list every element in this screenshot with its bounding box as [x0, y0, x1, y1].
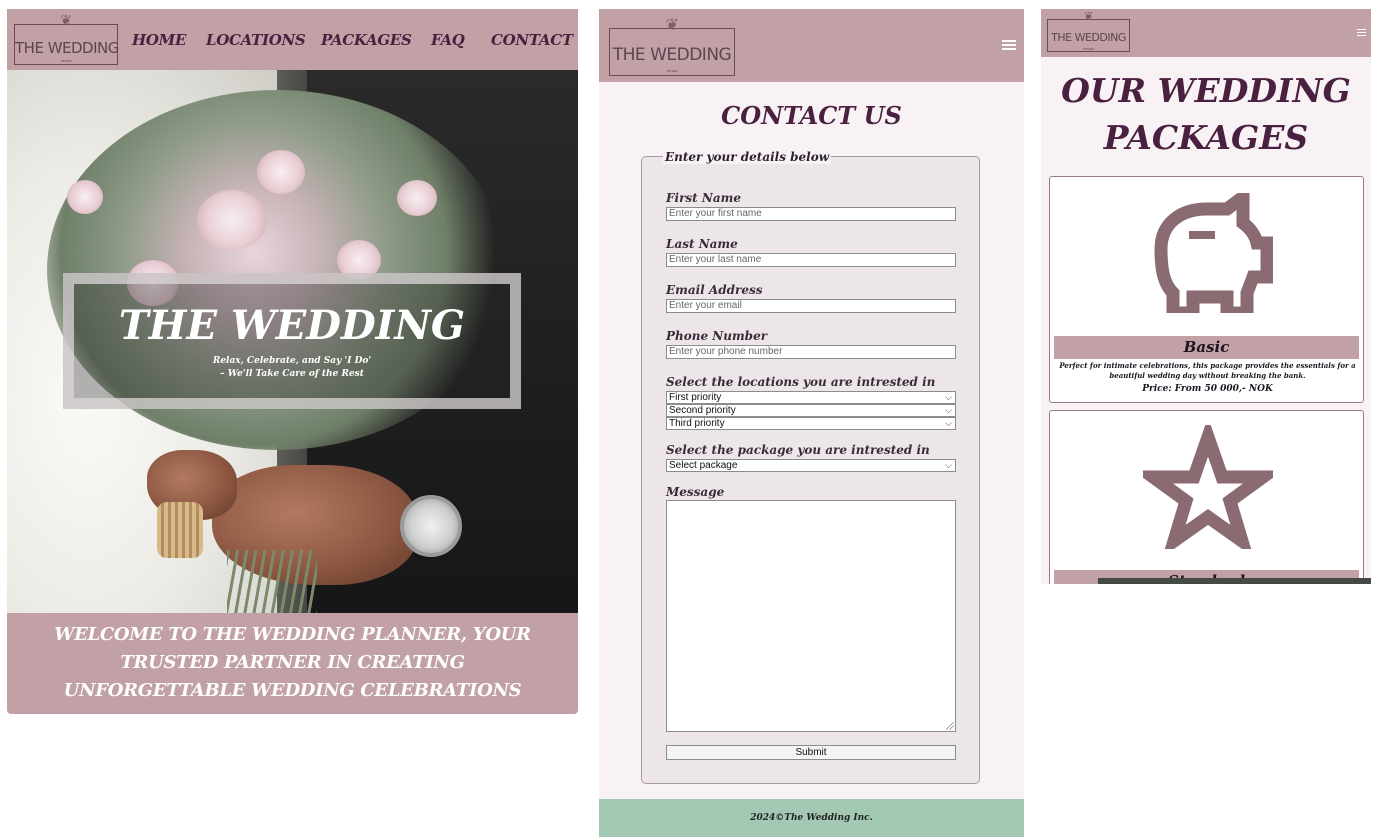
home-header: ❦ THE WEDDING EST. 2024 HOME LOCATIONS P…: [7, 9, 578, 70]
bouquet-stems: [227, 550, 317, 613]
packages-header: ❦ THE WEDDING EST. 2024: [1041, 9, 1371, 57]
chevron-down-icon: ⌵: [945, 405, 952, 415]
packages-page-screenshot: ❦ THE WEDDING EST. 2024 OUR WEDDING PACK…: [1041, 9, 1371, 584]
locations-label: Select the locations you are intrested i…: [666, 375, 936, 389]
horizontal-scrollbar[interactable]: [1098, 578, 1371, 584]
welcome-line-1: WELCOME TO THE WEDDING PLANNER, YOUR: [54, 624, 531, 645]
footer-copyright: 2024©The Wedding Inc.: [599, 799, 1024, 837]
package-select[interactable]: Select package ⌵: [666, 459, 956, 472]
first-name-input[interactable]: Enter your first name: [666, 207, 956, 221]
hamburger-menu-icon[interactable]: [1002, 40, 1016, 52]
package-select-value: Select package: [669, 460, 738, 471]
logo-est: EST. 2024: [60, 59, 72, 63]
packages-title-line-2: PACKAGES: [1103, 118, 1309, 157]
location-select-2-value: Second priority: [669, 405, 736, 416]
submit-button[interactable]: Submit: [666, 745, 956, 760]
message-textarea[interactable]: [666, 500, 956, 732]
packages-title: OUR WEDDING PACKAGES: [1041, 67, 1371, 161]
phone-label: Phone Number: [666, 329, 768, 343]
welcome-line-2: TRUSTED PARTNER IN CREATING: [120, 652, 465, 673]
location-select-1[interactable]: First priority ⌵: [666, 391, 956, 404]
bracelet: [157, 502, 203, 558]
contact-header: ❦ THE WEDDING EST. 2024: [599, 9, 1024, 82]
floral-icon: ❦: [60, 13, 72, 29]
chevron-down-icon: ⌵: [945, 460, 952, 470]
wristwatch: [400, 495, 462, 557]
welcome-line-3: UNFORGETTABLE WEDDING CELEBRATIONS: [63, 680, 522, 701]
location-select-3-value: Third priority: [669, 418, 725, 429]
logo-text: THE WEDDING: [15, 39, 119, 57]
nav-contact[interactable]: CONTACT: [491, 31, 573, 49]
flower: [197, 190, 267, 250]
packages-title-line-1: OUR WEDDING: [1061, 71, 1351, 110]
location-select-2[interactable]: Second priority ⌵: [666, 404, 956, 417]
flower: [67, 180, 103, 214]
location-select-3[interactable]: Third priority ⌵: [666, 417, 956, 430]
flower: [397, 180, 437, 216]
resize-grip-icon[interactable]: [946, 722, 954, 730]
hero-subtitle-2: – We'll Take Care of the Rest: [220, 369, 364, 379]
chevron-down-icon: ⌵: [945, 418, 952, 428]
package-card-basic[interactable]: Basic Perfect for intimate celebrations,…: [1049, 176, 1364, 403]
nav-locations[interactable]: LOCATIONS: [206, 31, 306, 49]
last-name-input[interactable]: Enter your last name: [666, 253, 956, 267]
hero-title-box: THE WEDDING Relax, Celebrate, and Say 'I…: [63, 273, 521, 409]
flower: [257, 150, 305, 194]
package-name-basic: Basic: [1054, 336, 1359, 359]
phone-input[interactable]: Enter your phone number: [666, 345, 956, 359]
chevron-down-icon: ⌵: [945, 392, 952, 402]
site-logo[interactable]: ❦ THE WEDDING EST. 2024: [1047, 9, 1130, 52]
nav-home[interactable]: HOME: [132, 31, 186, 49]
package-label: Select the package you are intrested in: [666, 443, 930, 457]
email-label: Email Address: [666, 283, 763, 297]
hero-subtitle-1: Relax, Celebrate, and Say 'I Do': [212, 356, 372, 366]
welcome-text: WELCOME TO THE WEDDING PLANNER, YOUR TRU…: [7, 621, 578, 705]
logo-text: THE WEDDING: [612, 45, 732, 65]
form-legend: Enter your details below: [663, 150, 832, 164]
hamburger-menu-icon[interactable]: [1357, 29, 1366, 38]
site-logo[interactable]: ❦ THE WEDDING EST. 2024: [609, 15, 735, 76]
location-select-1-value: First priority: [669, 392, 722, 403]
nav-faq[interactable]: FAQ: [431, 31, 465, 49]
hero-title: THE WEDDING: [118, 302, 466, 349]
star-icon: [1143, 425, 1273, 549]
site-logo[interactable]: ❦ THE WEDDING EST. 2024: [14, 13, 119, 65]
piggy-bank-icon: [1154, 193, 1273, 313]
logo-text: THE WEDDING: [1051, 31, 1126, 44]
logo-est: EST. 2024: [666, 69, 678, 73]
nav-packages[interactable]: PACKAGES: [321, 31, 412, 49]
package-card-standard[interactable]: Standard: [1049, 410, 1364, 584]
logo-est: EST. 2024: [1083, 47, 1094, 51]
package-desc-basic: Perfect for intimate celebrations, this …: [1059, 361, 1356, 380]
package-price-basic: Price: From 50 000,- NOK: [1142, 384, 1273, 394]
last-name-label: Last Name: [666, 237, 738, 251]
contact-page-screenshot: ❦ THE WEDDING EST. 2024 CONTACT US Enter…: [599, 9, 1024, 837]
floral-icon: ❦: [1083, 9, 1094, 23]
floral-icon: ❦: [665, 15, 679, 34]
message-label: Message: [666, 485, 725, 499]
home-page-screenshot: ❦ THE WEDDING EST. 2024 HOME LOCATIONS P…: [7, 9, 578, 714]
contact-title: CONTACT US: [721, 101, 902, 130]
first-name-label: First Name: [666, 191, 741, 205]
email-input[interactable]: Enter your email: [666, 299, 956, 313]
